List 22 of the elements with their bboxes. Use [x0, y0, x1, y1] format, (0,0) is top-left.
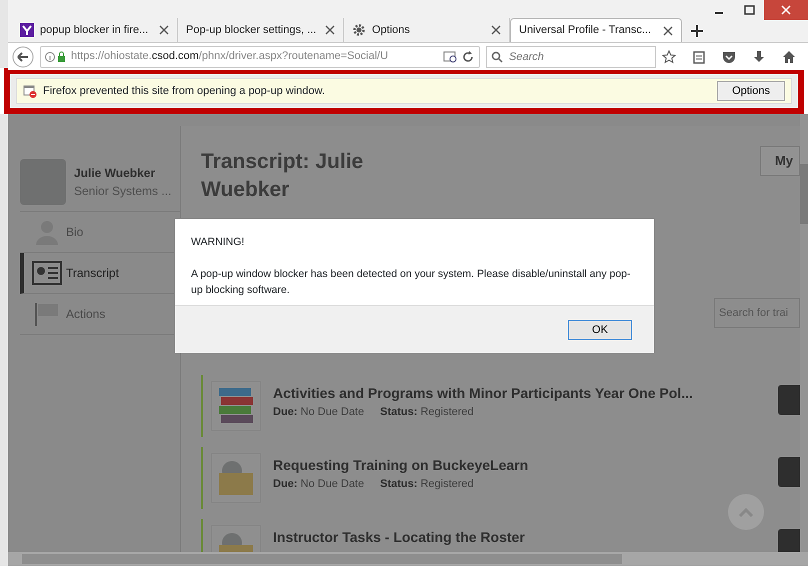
- training-search-field[interactable]: Search for trai: [714, 298, 800, 328]
- item-title: Instructor Tasks - Locating the Roster: [273, 528, 525, 547]
- due-text: Due: No Due Date: [273, 404, 364, 420]
- dialog-title: WARNING!: [191, 235, 246, 250]
- item-title: Requesting Training on BuckeyeLearn: [273, 456, 528, 475]
- ok-button[interactable]: OK: [568, 320, 632, 340]
- status-text: Status: Registered: [380, 476, 474, 492]
- item-title: Activities and Programs with Minor Participants Year One Pol...: [273, 384, 693, 403]
- notification-text: Firefox prevented this site from opening a pop-up window.: [43, 84, 325, 99]
- options-button[interactable]: Options: [717, 80, 785, 102]
- due-text: Due: No Due Date: [273, 476, 364, 492]
- url-text: https://ohiostate.csod.com/phnx/driver.aspx?routename=Social/U: [71, 49, 388, 64]
- dialog-message: A pop-up window blocker has been detected on your system. Please disable/uninstall any pop-up blocking software.: [191, 266, 631, 298]
- address-bar[interactable]: https://ohiostate.csod.com/phnx/driver.aspx?routename=Social/U: [40, 46, 480, 68]
- browser-tab[interactable]: Universal Profile - Transc...: [510, 18, 682, 42]
- page-heading: Transcript: Julie Wuebker: [201, 149, 364, 204]
- search-field[interactable]: Search: [486, 46, 656, 68]
- status-text: Status: Registered: [380, 404, 474, 420]
- my-button[interactable]: My: [760, 146, 800, 176]
- profile-title: Senior Systems ...: [74, 183, 172, 200]
- profile-name: Julie Wuebker: [74, 165, 156, 182]
- training-item[interactable]: Activities and Programs with Minor Participants Year One Pol... Due: No Due Date Status: Registered: [201, 374, 800, 437]
